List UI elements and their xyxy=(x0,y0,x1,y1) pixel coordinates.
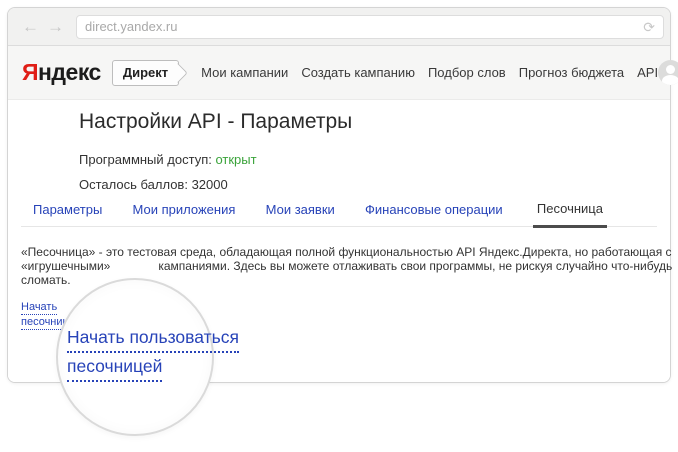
avatar xyxy=(658,60,678,85)
sandbox-start-link-line-1: Начать xyxy=(21,300,57,315)
user-block[interactable]: username xyxy=(658,60,678,85)
points-line: Осталось баллов: 32000 xyxy=(79,177,228,192)
sandbox-start-link-magnified[interactable]: Начать пользоваться песочницей xyxy=(67,324,239,382)
api-access-line: Программный доступ: открыт xyxy=(79,152,257,167)
nav-item-keyword-selection[interactable]: Подбор слов xyxy=(428,65,506,80)
url-text: direct.yandex.ru xyxy=(85,19,643,34)
main-menu: Мои кампании Создать кампанию Подбор сло… xyxy=(201,65,658,80)
magnifier-lens: Начать пользоваться песочницей xyxy=(56,278,214,436)
description-line-1: «Песочница» - это тестовая среда, облада… xyxy=(21,245,672,259)
tab-my-requests[interactable]: Мои заявки xyxy=(266,202,335,226)
settings-tabs: Параметры Мои приложения Мои заявки Фина… xyxy=(21,201,657,227)
screenshot-stage: ← → direct.yandex.ru ⟳ Яндекс Директ Мои… xyxy=(0,0,678,452)
description-line-2-before: «игрушечными» xyxy=(21,259,110,273)
browser-chrome: ← → direct.yandex.ru ⟳ xyxy=(8,8,670,46)
nav-item-budget-forecast[interactable]: Прогноз бюджета xyxy=(519,65,624,80)
tab-sandbox[interactable]: Песочница xyxy=(533,201,607,228)
nav-item-api[interactable]: API xyxy=(637,65,658,80)
api-access-label: Программный доступ: xyxy=(79,152,212,167)
magnified-link-line-1: Начать пользоваться xyxy=(67,324,239,353)
description-line-2: «игрушечными» кампаниями. Здесь вы можете… xyxy=(21,259,672,273)
reload-icon[interactable]: ⟳ xyxy=(643,20,655,34)
yandex-logo[interactable]: Яндекс xyxy=(22,59,101,86)
api-access-status: открыт xyxy=(215,152,256,167)
tab-financial-operations[interactable]: Финансовые операции xyxy=(365,202,503,226)
back-icon[interactable]: ← xyxy=(18,18,43,35)
tab-parameters[interactable]: Параметры xyxy=(33,202,102,226)
description-line-2-after: кампаниями. Здесь вы можете отлаживать с… xyxy=(158,259,672,273)
service-navbar: Яндекс Директ Мои кампании Создать кампа… xyxy=(8,46,670,100)
points-label: Осталось баллов: xyxy=(79,177,188,192)
direct-service-button[interactable]: Директ xyxy=(112,60,179,86)
logo-first-letter: Я xyxy=(22,59,38,85)
points-value: 32000 xyxy=(192,177,228,192)
logo-rest: ндекс xyxy=(38,59,101,85)
nav-item-my-campaigns[interactable]: Мои кампании xyxy=(201,65,288,80)
nav-item-create-campaign[interactable]: Создать кампанию xyxy=(301,65,415,80)
url-bar[interactable]: direct.yandex.ru ⟳ xyxy=(76,15,664,39)
page-title: Настройки API - Параметры xyxy=(79,110,352,134)
tab-my-applications[interactable]: Мои приложения xyxy=(133,202,236,226)
magnified-link-line-2: песочницей xyxy=(67,353,162,382)
forward-icon[interactable]: → xyxy=(43,18,68,35)
